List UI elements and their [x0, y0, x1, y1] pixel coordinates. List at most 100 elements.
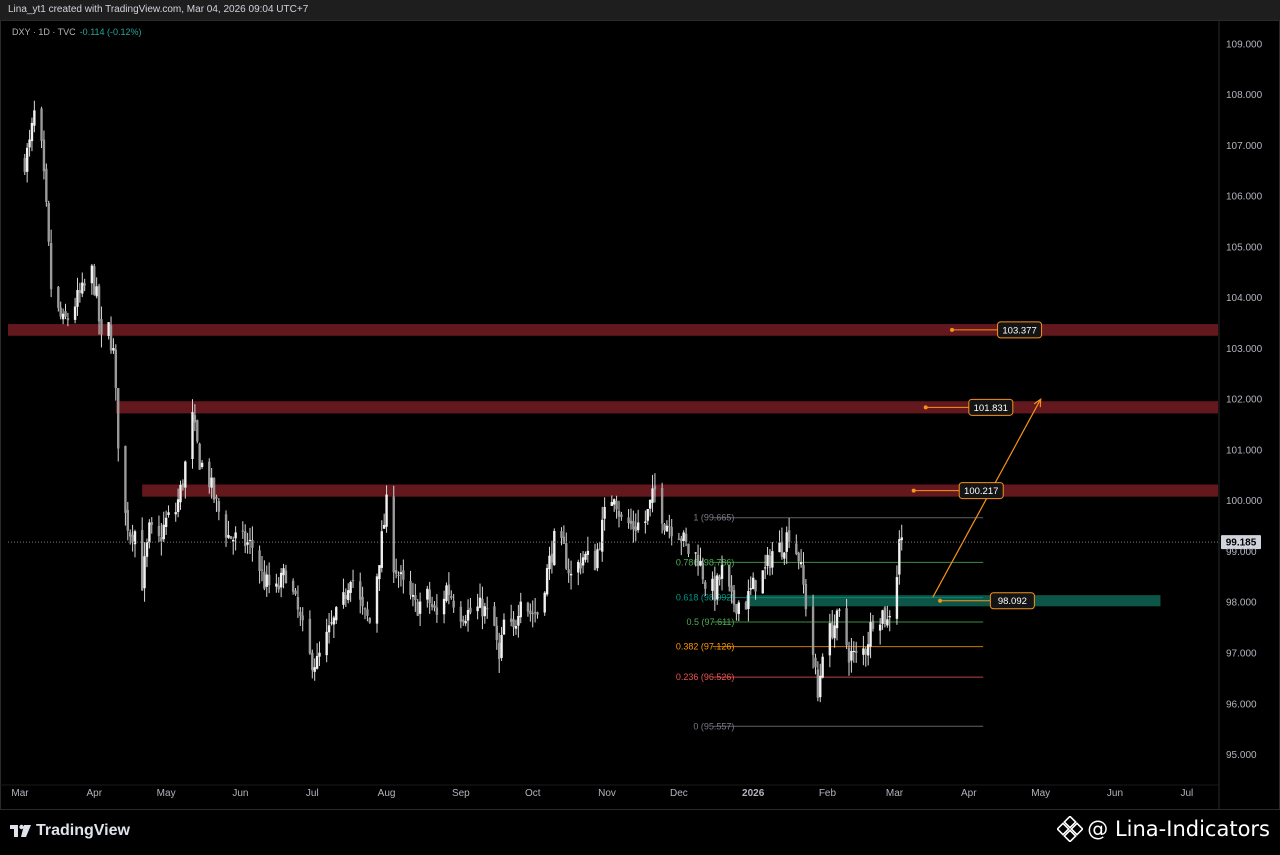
candle-body: [852, 650, 856, 653]
candle-body: [543, 592, 546, 613]
candle-body: [291, 580, 295, 592]
candle-body: [311, 652, 314, 671]
zone-label-anchor[interactable]: [923, 405, 928, 410]
price-tick-label: 106.000: [1226, 192, 1263, 203]
candle-body: [315, 656, 319, 669]
candle-body: [30, 122, 34, 142]
candle-body: [569, 573, 573, 576]
candle-body: [696, 554, 700, 567]
candle-body: [90, 265, 94, 284]
candle-body: [428, 589, 431, 604]
tradingview-logo[interactable]: TradingView: [10, 822, 130, 840]
candle-body: [663, 524, 666, 531]
candle-body: [704, 582, 707, 589]
candle-body: [878, 624, 882, 631]
candle-body: [744, 602, 748, 610]
candle-body: [344, 595, 348, 599]
candle-body: [601, 519, 604, 552]
candle-body: [531, 613, 534, 615]
candle-body: [838, 609, 841, 611]
candle-body: [711, 578, 714, 591]
resistance-zone[interactable]: [115, 401, 1219, 414]
candle-body: [732, 590, 736, 605]
candle-body: [349, 581, 352, 593]
zone-label-anchor[interactable]: [950, 327, 955, 332]
candle-body: [308, 618, 312, 654]
candle-body: [107, 322, 110, 336]
candle-body: [636, 522, 640, 531]
zone-label-anchor[interactable]: [938, 598, 943, 603]
candle-body: [486, 608, 489, 610]
zone-price-label: 100.217: [964, 486, 998, 497]
time-tick-label: Nov: [598, 788, 616, 799]
candle-body: [713, 576, 717, 601]
candle-body: [347, 590, 350, 601]
candle-body: [244, 531, 247, 547]
candle-body: [869, 622, 872, 647]
candle-body: [45, 168, 48, 202]
candle-body: [450, 595, 453, 599]
candle-body: [502, 619, 506, 635]
candle-body: [234, 532, 237, 539]
candle-body: [25, 147, 29, 172]
candle-body: [399, 572, 403, 575]
time-axis: Mar Apr May Jun Jul Aug Sep Oct Nov Dec 2026 Feb Mar…: [0, 784, 1219, 799]
candle-body: [900, 537, 903, 541]
candle-body: [112, 347, 115, 351]
candle-body: [200, 462, 204, 467]
candle-body: [363, 608, 367, 610]
candle-body: [476, 606, 479, 612]
candle-body: [433, 605, 436, 608]
fib-level-label: 1 (99.665): [693, 513, 734, 523]
zone-label-anchor[interactable]: [911, 488, 916, 493]
price-chart[interactable]: 1 (99.665)0.786 (98.786)0.618 (98.092)0.…: [0, 0, 1280, 810]
candle-body: [687, 543, 690, 554]
resistance-zone[interactable]: [142, 484, 1218, 497]
candle-body: [23, 158, 26, 173]
candle-body: [617, 510, 621, 517]
symbol-info[interactable]: DXY · 1D · TVC: [12, 27, 76, 37]
candle-body: [565, 543, 568, 569]
candle-body: [411, 594, 415, 597]
candle-body: [665, 525, 669, 532]
candle-body: [210, 477, 213, 488]
candle-body: [117, 387, 120, 449]
candle-body: [596, 549, 599, 569]
candle-body: [763, 567, 767, 569]
price-tick-label: 97.000: [1226, 649, 1257, 660]
candle-body: [799, 562, 803, 565]
candle-body: [229, 536, 233, 540]
fib-level-label: 0.786 (98.786): [676, 557, 735, 567]
symbol-legend[interactable]: DXY · 1D · TVC -0.114 (-0.12%): [12, 27, 142, 37]
candle-body: [318, 652, 321, 657]
fib-level-label: 0.236 (96.526): [676, 672, 735, 682]
candle-body: [751, 577, 755, 590]
time-tick-label: Aug: [378, 788, 396, 799]
time-tick-label: May: [157, 788, 176, 799]
candle-body: [145, 542, 149, 557]
candle-body: [462, 619, 465, 622]
candle-body: [716, 575, 719, 600]
footer: TradingView @ Lina-Indicators: [0, 810, 1280, 855]
candle-body: [267, 574, 271, 586]
candle-body: [814, 657, 817, 668]
candle-body: [342, 592, 345, 605]
candle-body: [768, 555, 772, 569]
candle-body: [766, 554, 769, 566]
candle-body: [97, 285, 101, 322]
candle-body: [64, 311, 67, 317]
candle-body: [258, 550, 261, 571]
time-tick-label: Apr: [86, 788, 102, 799]
candle-body: [668, 526, 671, 528]
candle-body: [464, 621, 467, 624]
candle-body: [73, 306, 77, 320]
price-axis: 109.000 108.000 107.000 106.000 105.000 104.0…: [1218, 20, 1263, 810]
candle-body: [660, 487, 664, 524]
candle-body: [749, 588, 752, 590]
time-tick-label: 2026: [742, 788, 765, 799]
candle-body: [179, 484, 182, 503]
candle-body: [545, 567, 549, 595]
candle-body: [435, 607, 439, 615]
candle-body: [392, 496, 395, 573]
candle-body: [701, 562, 705, 580]
